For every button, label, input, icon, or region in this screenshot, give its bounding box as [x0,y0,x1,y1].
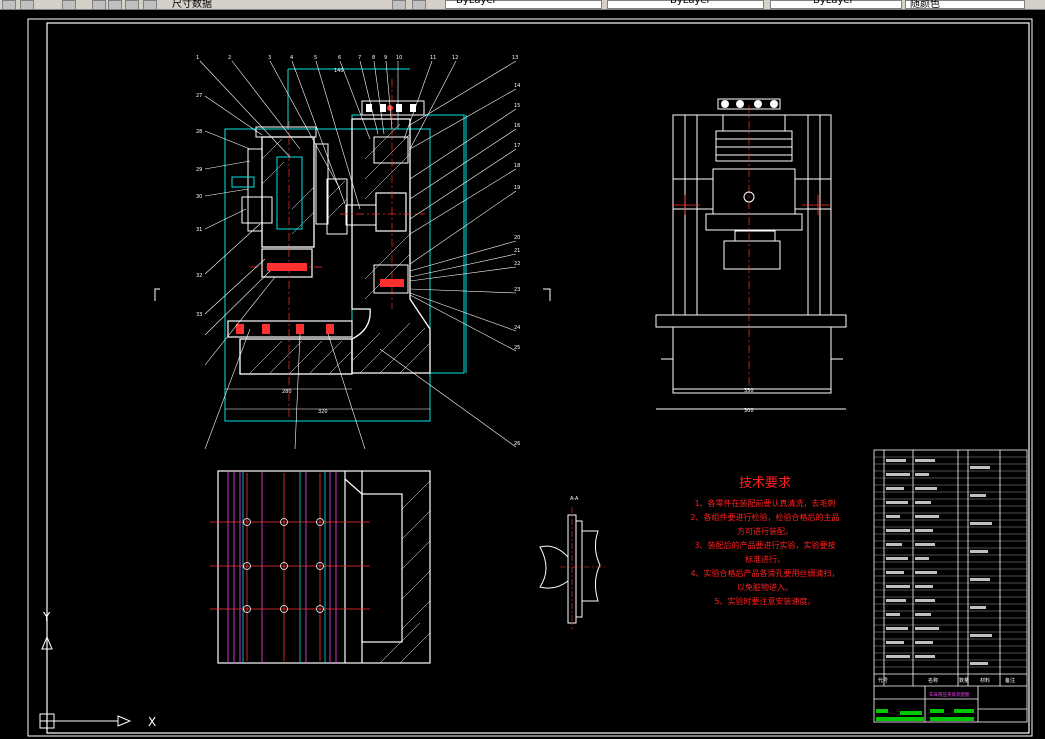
header-material: 材料 [980,677,990,684]
dimension-label-1: 280 [282,389,292,395]
tech-line-2: 2、各组件要进行检验，检验合格后的主品 [690,513,840,522]
balloon-10: 10 [396,55,402,61]
balloon-13: 13 [512,55,518,61]
layer-name[interactable]: 尺寸数据 [172,0,212,9]
side-view [655,114,847,410]
balloon-1: 1 [196,55,199,61]
ucs-y-label: Y [42,610,51,624]
balloon-21: 21 [514,248,520,254]
linetype-combo[interactable]: ByLayer [607,0,764,9]
ucs-icon [39,635,132,729]
balloon-14: 14 [514,83,520,89]
balloon-25: 25 [514,345,520,351]
dimension-label-5: 300 [744,408,754,414]
balloon-9: 9 [384,55,387,61]
header-qty: 数量 [959,677,969,684]
balloon-20: 20 [514,235,520,241]
balloon-31: 31 [196,227,202,233]
balloon-18: 18 [514,163,520,169]
plan-view [217,470,431,664]
technical-requirements: 技术要求 1、各零件在装配前要认真清洗，去毛刺 2、各组件要进行检验，检验合格后… [655,472,875,609]
color-combo[interactable]: ByLayer [445,0,602,9]
tech-line-3: 方可进行装配。 [737,527,793,536]
tech-line-5: 标准进行。 [745,555,785,564]
balloon-3: 3 [268,55,271,61]
balloon-4: 4 [290,55,293,61]
balloon-22: 22 [514,261,520,267]
parts-list-header: 代号 名称 数量 材料 备注 [878,677,1015,684]
section-label: A-A [570,496,579,502]
balloon-27: 27 [196,93,202,99]
tech-line-4: 3、装配后的产品要进行实验，实验要按 [694,541,836,550]
balloon-29: 29 [196,167,202,173]
balloon-17: 17 [514,143,520,149]
plotstyle-combo[interactable]: 随颜色 [905,0,1025,9]
balloon-30: 30 [196,194,202,200]
cad-drawing-canvas[interactable]: 280 320 140 1 2 3 4 5 6 7 8 9 10 11 12 1… [0,9,1045,739]
front-section-view: 280 320 140 [154,68,551,422]
dimension-label-2: 320 [318,409,328,415]
balloon-7: 7 [358,55,361,61]
lineweight-combo[interactable]: ByLayer [770,0,902,9]
balloon-11: 11 [430,55,436,61]
balloon-32: 32 [196,273,202,279]
balloon-23: 23 [514,287,520,293]
balloon-8: 8 [372,55,375,61]
balloon-24: 24 [514,325,520,331]
tech-line-6: 4、实验合格后产品各滑孔要用丝绸清扫， [690,569,840,578]
outer-frame [27,18,1033,737]
dimension-label-4: 350 [744,388,754,394]
inner-frame [46,22,1030,734]
balloon-2: 2 [228,55,231,61]
balloon-33: 33 [196,312,202,318]
header-code: 代号 [878,677,888,684]
tech-title: 技术要求 [738,476,791,491]
header-remark: 备注 [1005,677,1015,684]
section-detail [539,514,601,624]
balloon-16: 16 [514,123,520,129]
balloon-6: 6 [338,55,341,61]
header-name: 名称 [928,677,938,684]
drawing-title: 车床液压夹具装配图 [929,691,970,698]
tech-line-7: 以免脏物进入。 [737,583,793,592]
balloon-19: 19 [514,185,520,191]
balloon-26: 26 [514,441,520,447]
ucs-x-label: X [148,715,156,729]
tech-line-1: 1、各零件在装配前要认真清洗，去毛刺 [694,499,836,508]
dimension-label-3: 140 [334,68,344,74]
balloon-5: 5 [314,55,317,61]
balloon-15: 15 [514,103,520,109]
tech-line-8: 5、实验时要注意安装速度。 [714,597,816,606]
balloon-28: 28 [196,129,202,135]
balloon-12: 12 [452,55,458,61]
